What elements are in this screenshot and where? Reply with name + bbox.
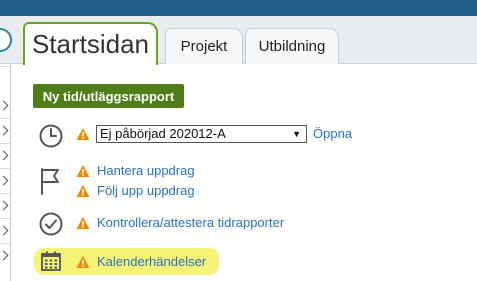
approve-timesheets-link[interactable]: Kontrollera/attestera tidrapporter (97, 215, 284, 230)
warning-icon (76, 165, 90, 177)
new-report-button[interactable]: Ny tid/utläggsrapport (33, 84, 184, 108)
chevron-right-icon[interactable] (0, 225, 9, 236)
flag-icon (41, 168, 59, 195)
check-circle-icon (39, 212, 63, 236)
chevron-right-icon[interactable] (0, 200, 9, 211)
top-bar (0, 0, 477, 16)
side-panel-divider (0, 168, 10, 169)
chevron-right-icon[interactable] (0, 125, 9, 136)
calendar-icon (41, 251, 61, 271)
side-panel-divider (0, 193, 10, 194)
open-link[interactable]: Öppna (313, 126, 352, 141)
tab-projekt[interactable]: Projekt (165, 28, 243, 64)
chevron-right-icon[interactable] (0, 175, 9, 186)
warning-icon (76, 217, 90, 229)
chevron-right-icon[interactable] (0, 150, 9, 161)
side-panel-divider (0, 218, 10, 219)
side-panel-divider (0, 66, 10, 67)
clock-icon (39, 124, 63, 148)
side-panel-divider (0, 143, 10, 144)
warning-icon (76, 185, 90, 197)
calendar-events-link[interactable]: Kalenderhändelser (97, 254, 206, 269)
warning-icon (76, 256, 90, 268)
side-panel-divider (0, 118, 10, 119)
chevron-right-icon[interactable] (0, 250, 9, 261)
handle-assignments-link[interactable]: Hantera uppdrag (97, 163, 195, 178)
report-select-value: Ej påbörjad 202012-A (100, 126, 226, 141)
chevron-right-icon[interactable] (0, 100, 9, 111)
warning-icon (76, 128, 90, 140)
report-select[interactable]: Ej påbörjad 202012-A ▼ (96, 125, 307, 143)
side-panel-divider (0, 243, 10, 244)
dropdown-arrow-icon[interactable]: ▼ (292, 126, 301, 142)
follow-up-assignments-link[interactable]: Följ upp uppdrag (97, 183, 195, 198)
tab-utbildning[interactable]: Utbildning (245, 28, 339, 64)
side-panel[interactable] (0, 64, 11, 281)
tab-startsidan[interactable]: Startsidan (23, 22, 158, 65)
